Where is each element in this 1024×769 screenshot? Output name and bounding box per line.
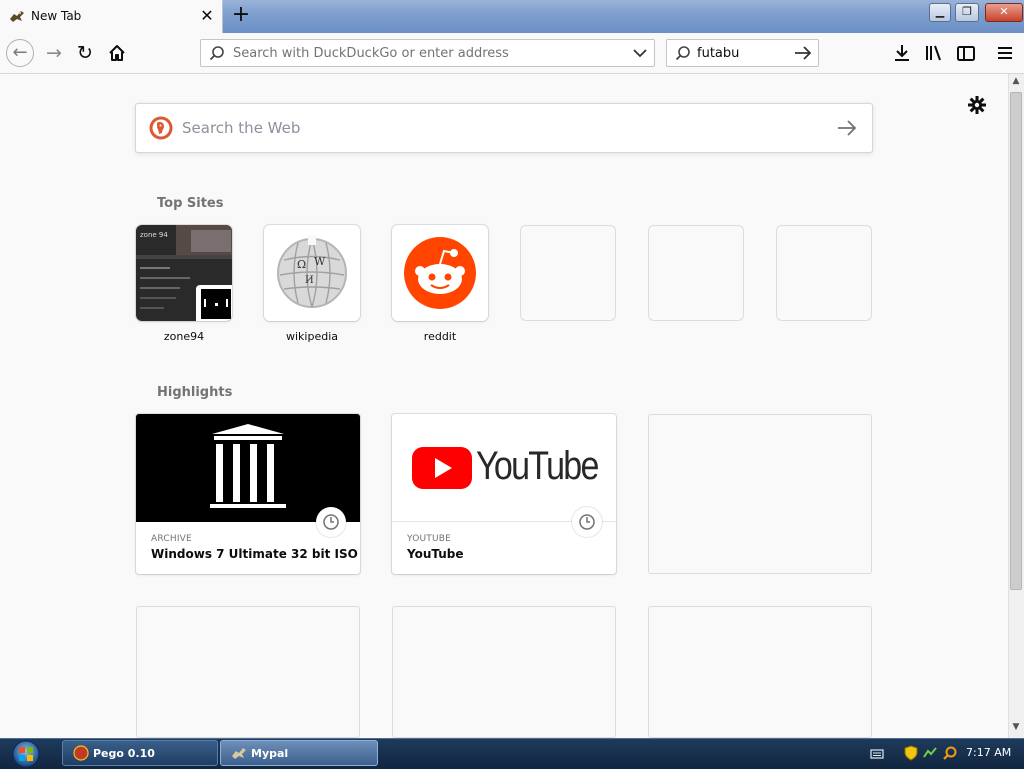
svg-text:zone 94: zone 94	[140, 231, 168, 239]
top-site-label: zone94	[163, 330, 205, 343]
top-site-label: wikipedia	[285, 330, 338, 343]
close-window-button[interactable]: ✕	[985, 3, 1023, 22]
network-icon[interactable]	[922, 745, 938, 761]
chevron-down-icon[interactable]	[631, 44, 649, 62]
highlight-card-empty[interactable]	[648, 414, 872, 574]
web-search-input[interactable]	[182, 104, 782, 152]
svg-text:W: W	[314, 255, 326, 268]
scrollbar-thumb[interactable]	[1010, 92, 1022, 590]
top-site-label: reddit	[423, 330, 457, 343]
zone94-favicon-icon	[201, 289, 231, 319]
archive-logo-image	[136, 414, 360, 522]
top-site-tile-zone94[interactable]: zone 94	[136, 225, 232, 321]
clock[interactable]: 7:17 AM	[966, 746, 1011, 759]
reddit-icon	[404, 237, 476, 309]
highlight-card-archive[interactable]: ARCHIVE Windows 7 Ultimate 32 bit ISO (.…	[136, 414, 360, 574]
library-icon[interactable]	[923, 42, 945, 64]
top-sites-heading: Top Sites	[157, 196, 224, 211]
address-bar[interactable]	[200, 39, 655, 67]
wikipedia-globe-icon: Ω W И	[277, 235, 347, 308]
youtube-wordmark: YouTube	[476, 444, 599, 488]
arrow-right-icon[interactable]	[836, 118, 858, 138]
search-icon	[209, 46, 224, 61]
keyboard-icon[interactable]	[870, 747, 884, 761]
minimize-button[interactable]: ▁	[929, 3, 951, 22]
maximize-button[interactable]: ❐	[955, 3, 979, 22]
tab-close-icon[interactable]: ✕	[198, 6, 216, 26]
home-icon	[109, 45, 125, 61]
search-icon	[675, 46, 690, 61]
mypal-icon	[232, 748, 246, 759]
back-button[interactable]: ←	[6, 39, 34, 67]
search-icon[interactable]	[942, 745, 958, 761]
gear-icon[interactable]	[966, 94, 988, 116]
scroll-up-arrow-icon[interactable]: ▲	[1008, 76, 1024, 90]
tab-title: New Tab	[31, 9, 82, 23]
forward-button[interactable]: →	[40, 39, 68, 67]
taskbar-item-label: Pego 0.10	[93, 747, 155, 760]
card-title: YouTube	[407, 547, 464, 561]
pego-icon	[73, 745, 89, 761]
downloads-icon[interactable]	[891, 42, 913, 64]
top-site-tile-empty[interactable]	[520, 225, 616, 321]
card-title: Windows 7 Ultimate 32 bit ISO (...	[151, 547, 360, 561]
mypal-icon	[10, 11, 24, 22]
security-shield-icon[interactable]	[904, 745, 918, 761]
sidebar-icon[interactable]	[955, 42, 977, 64]
new-tab-button[interactable]: +	[230, 4, 252, 28]
duckduckgo-icon	[149, 116, 173, 140]
reload-button[interactable]: ↻	[71, 39, 99, 67]
taskbar-item-pego[interactable]: Pego 0.10	[62, 740, 218, 766]
highlight-card-youtube[interactable]: YouTube YOUTUBE YouTube	[392, 414, 616, 574]
scroll-down-arrow-icon[interactable]: ▼	[1008, 722, 1024, 736]
zone94-favicon	[196, 285, 232, 321]
taskbar-item-label: Mypal	[251, 747, 289, 760]
svg-text:И: И	[305, 275, 314, 286]
arrow-right-icon[interactable]	[793, 44, 813, 62]
clock-icon	[572, 507, 602, 537]
tab-new-tab[interactable]: New Tab ✕	[0, 0, 223, 33]
clock-icon	[316, 507, 346, 537]
highlights-heading: Highlights	[157, 385, 233, 400]
hamburger-menu-icon[interactable]	[994, 42, 1016, 64]
top-site-tile-wikipedia[interactable]: Ω W И	[264, 225, 360, 321]
start-button-windows-icon[interactable]	[4, 739, 44, 768]
card-source: ARCHIVE	[151, 534, 192, 544]
top-site-tile-empty[interactable]	[648, 225, 744, 321]
card-source: YOUTUBE	[407, 534, 452, 544]
svg-text:Ω: Ω	[297, 258, 306, 271]
address-input[interactable]	[233, 40, 613, 66]
top-site-tile-empty[interactable]	[776, 225, 872, 321]
search-bar[interactable]	[666, 39, 819, 67]
highlight-card-empty[interactable]	[648, 606, 872, 738]
taskbar-item-mypal[interactable]: Mypal	[220, 740, 378, 766]
home-button[interactable]	[103, 39, 131, 67]
web-search-box[interactable]	[135, 103, 873, 153]
search-input[interactable]	[697, 40, 787, 66]
highlight-card-empty[interactable]	[136, 606, 360, 738]
highlight-card-empty[interactable]	[392, 606, 616, 738]
top-site-tile-reddit[interactable]	[392, 225, 488, 321]
